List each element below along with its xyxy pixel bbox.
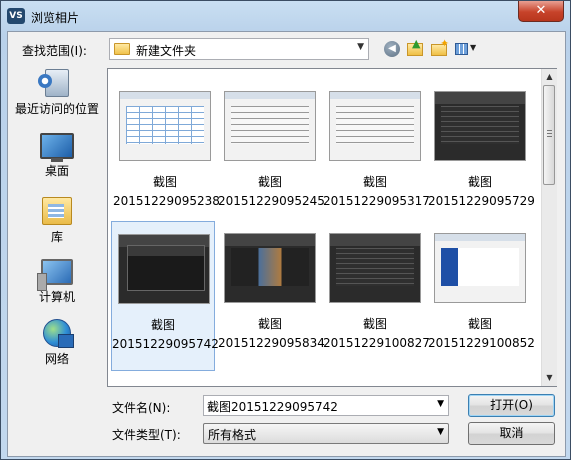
file-thumbnail <box>434 233 526 303</box>
vertical-scrollbar[interactable]: ▲ ▼ <box>541 69 557 386</box>
back-icon[interactable]: ◀ <box>382 39 402 59</box>
file-thumbnail <box>329 91 421 161</box>
file-name: 截图 <box>150 318 175 332</box>
file-item[interactable]: 截图 20151229100852 <box>428 221 535 371</box>
file-type-value: 所有格式 <box>208 428 257 442</box>
recent-places-icon <box>38 69 69 97</box>
file-thumbnail <box>224 91 316 161</box>
file-name-input[interactable]: 截图20151229095742 ▼ <box>203 395 449 416</box>
look-in-dropdown[interactable]: 新建文件夹 ▼ <box>109 38 369 60</box>
file-number: 20151229095317 <box>323 194 430 208</box>
file-item[interactable]: 截图 20151229095317 <box>323 79 430 229</box>
file-number: 20151229095729 <box>428 194 535 208</box>
file-thumbnail <box>118 234 210 304</box>
look-in-label: 查找范围(I): <box>22 44 87 58</box>
views-menu-icon[interactable]: ▼ <box>453 39 479 59</box>
window-title: 浏览相片 <box>31 11 80 25</box>
file-name: 截图 <box>467 317 492 331</box>
file-list[interactable]: 截图 20151229095238 截图 20151229095245 截图 2015… <box>107 68 557 387</box>
file-name-label: 文件名(N): <box>112 401 171 415</box>
place-label: 库 <box>50 230 63 244</box>
place-network[interactable]: 网络 <box>11 319 103 367</box>
scroll-down-arrow-icon[interactable]: ▼ <box>542 370 557 386</box>
file-item[interactable]: 截图 20151229095245 <box>218 79 325 229</box>
place-label: 桌面 <box>44 164 69 178</box>
file-name: 截图 <box>362 175 387 189</box>
file-name: 截图 <box>362 317 387 331</box>
file-thumbnail <box>224 233 316 303</box>
file-item[interactable]: 截图 20151229095834 <box>218 221 325 371</box>
up-folder-icon[interactable]: ▲ <box>405 37 425 59</box>
file-item[interactable]: 截图 20151229095729 <box>428 79 535 229</box>
file-item[interactable]: 截图 20151229100827 <box>323 221 430 371</box>
file-thumbnail <box>119 91 211 161</box>
scroll-up-arrow-icon[interactable]: ▲ <box>542 69 557 85</box>
file-item[interactable]: 截图 20151229095238 <box>113 79 220 229</box>
scrollbar-thumb[interactable] <box>543 85 555 185</box>
file-number: 20151229095245 <box>218 194 325 208</box>
cancel-button[interactable]: 取消 <box>468 422 555 445</box>
chevron-down-icon[interactable]: ▼ <box>437 399 444 409</box>
chevron-down-icon[interactable]: ▼ <box>437 427 444 437</box>
chevron-down-icon[interactable]: ▼ <box>357 42 364 52</box>
folder-icon <box>114 43 130 55</box>
place-label: 最近访问的位置 <box>14 102 99 116</box>
file-type-label: 文件类型(T): <box>112 428 181 442</box>
place-computer[interactable]: 计算机 <box>11 259 103 305</box>
place-recent-locations[interactable]: 最近访问的位置 <box>11 69 103 117</box>
file-item-selected[interactable]: 截图 20151229095742 <box>111 221 219 371</box>
file-thumbnail <box>329 233 421 303</box>
file-number: 20151229100852 <box>428 336 535 350</box>
file-name: 截图 <box>152 175 177 189</box>
title-bar[interactable]: VS 浏览相片 ✕ <box>1 1 570 31</box>
file-name-value: 截图20151229095742 <box>207 400 338 414</box>
file-name: 截图 <box>257 175 282 189</box>
file-number: 20151229100827 <box>323 336 430 350</box>
place-label: 网络 <box>44 352 69 366</box>
look-in-value: 新建文件夹 <box>136 44 197 58</box>
place-label: 计算机 <box>38 290 75 304</box>
desktop-icon <box>40 133 74 162</box>
close-button[interactable]: ✕ <box>518 1 564 22</box>
file-type-select[interactable]: 所有格式 ▼ <box>203 423 449 444</box>
new-folder-icon[interactable]: ✦ <box>429 37 449 59</box>
network-icon <box>43 319 74 348</box>
file-name: 截图 <box>257 317 282 331</box>
browse-photos-dialog: VS 浏览相片 ✕ 查找范围(I): 新建文件夹 ▼ ◀ ▲ ✦ ▼ 最近访问的… <box>0 0 571 460</box>
open-button[interactable]: 打开(O) <box>468 394 555 417</box>
place-desktop[interactable]: 桌面 <box>11 133 103 179</box>
file-thumbnail <box>434 91 526 161</box>
file-number: 20151229095238 <box>113 194 220 208</box>
file-number: 20151229095742 <box>112 337 219 351</box>
app-icon: VS <box>7 8 25 24</box>
library-icon <box>42 197 72 225</box>
file-name: 截图 <box>467 175 492 189</box>
file-number: 20151229095834 <box>218 336 325 350</box>
place-libraries[interactable]: 库 <box>11 197 103 245</box>
places-bar: 最近访问的位置 桌面 库 计算机 网络 <box>11 69 103 389</box>
computer-icon <box>37 259 73 291</box>
